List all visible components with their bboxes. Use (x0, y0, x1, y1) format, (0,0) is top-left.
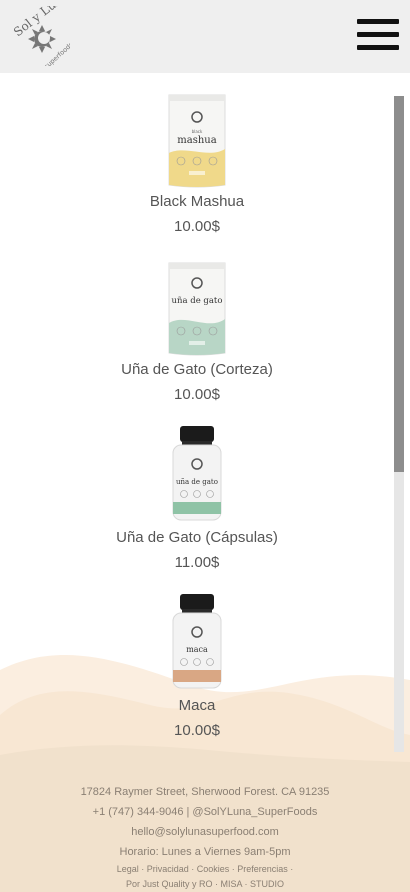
site-footer: 17824 Raymer Street, Sherwood Forest. CA… (0, 782, 410, 892)
footer-phone-social[interactable]: +1 (747) 344-9046 | @SolYLuna_SuperFoods (0, 802, 410, 822)
product-price: 10.00$ (174, 218, 220, 235)
sun-moon-logo-icon: Sol y Luna superfoods (11, 0, 75, 71)
product-card[interactable]: uña de gato (0, 261, 394, 357)
brand-logo[interactable]: Sol y Luna superfoods (10, 0, 75, 71)
product-name[interactable]: Black Mashua (0, 193, 394, 210)
bottle-accent (173, 502, 221, 514)
hamburger-line (357, 19, 399, 24)
site-header: Sol y Luna superfoods (0, 0, 410, 73)
svg-text:uña de gato: uña de gato (172, 296, 223, 306)
pouch-accent (169, 319, 225, 355)
product-price: 10.00$ (174, 722, 220, 739)
footer-address: 17824 Raymer Street, Sherwood Forest. CA… (80, 786, 330, 798)
svg-text:uña de gato: uña de gato (176, 478, 218, 486)
product-price: 10.00$ (174, 386, 220, 403)
footer-credit[interactable]: Por Just Quality y RO · MISA · STUDIO (0, 877, 410, 892)
product-price: 11.00$ (174, 554, 220, 571)
svg-text:black: black (192, 129, 203, 134)
svg-text:mashua: mashua (177, 135, 216, 146)
product-image-pouch[interactable]: black mashua (165, 93, 229, 189)
hamburger-line (357, 32, 399, 37)
footer-email[interactable]: hello@solylunasuperfood.com (0, 822, 410, 842)
product-name[interactable]: Uña de Gato (Corteza) (0, 361, 394, 378)
product-image-bottle[interactable]: maca (170, 594, 224, 690)
product-card[interactable]: maca (0, 594, 394, 690)
product-name[interactable]: Maca (0, 697, 394, 714)
product-name[interactable]: Uña de Gato (Cápsulas) (0, 529, 394, 546)
pouch-accent (169, 149, 225, 187)
hamburger-menu-icon[interactable] (357, 19, 399, 51)
product-image-bottle[interactable]: uña de gato (170, 426, 224, 522)
product-card[interactable]: uña de gato (0, 426, 394, 522)
footer-hours: Horario: Lunes a Viernes 9am-5pm (119, 846, 291, 858)
svg-text:maca: maca (186, 645, 208, 654)
product-card[interactable]: black mashua (0, 93, 394, 189)
bottle-accent (173, 670, 221, 682)
footer-legal-links[interactable]: Legal · Privacidad · Cookies · Preferenc… (0, 862, 410, 877)
hamburger-line (357, 45, 399, 50)
product-image-pouch[interactable]: uña de gato (165, 261, 229, 357)
scrollbar-thumb[interactable] (394, 96, 404, 472)
